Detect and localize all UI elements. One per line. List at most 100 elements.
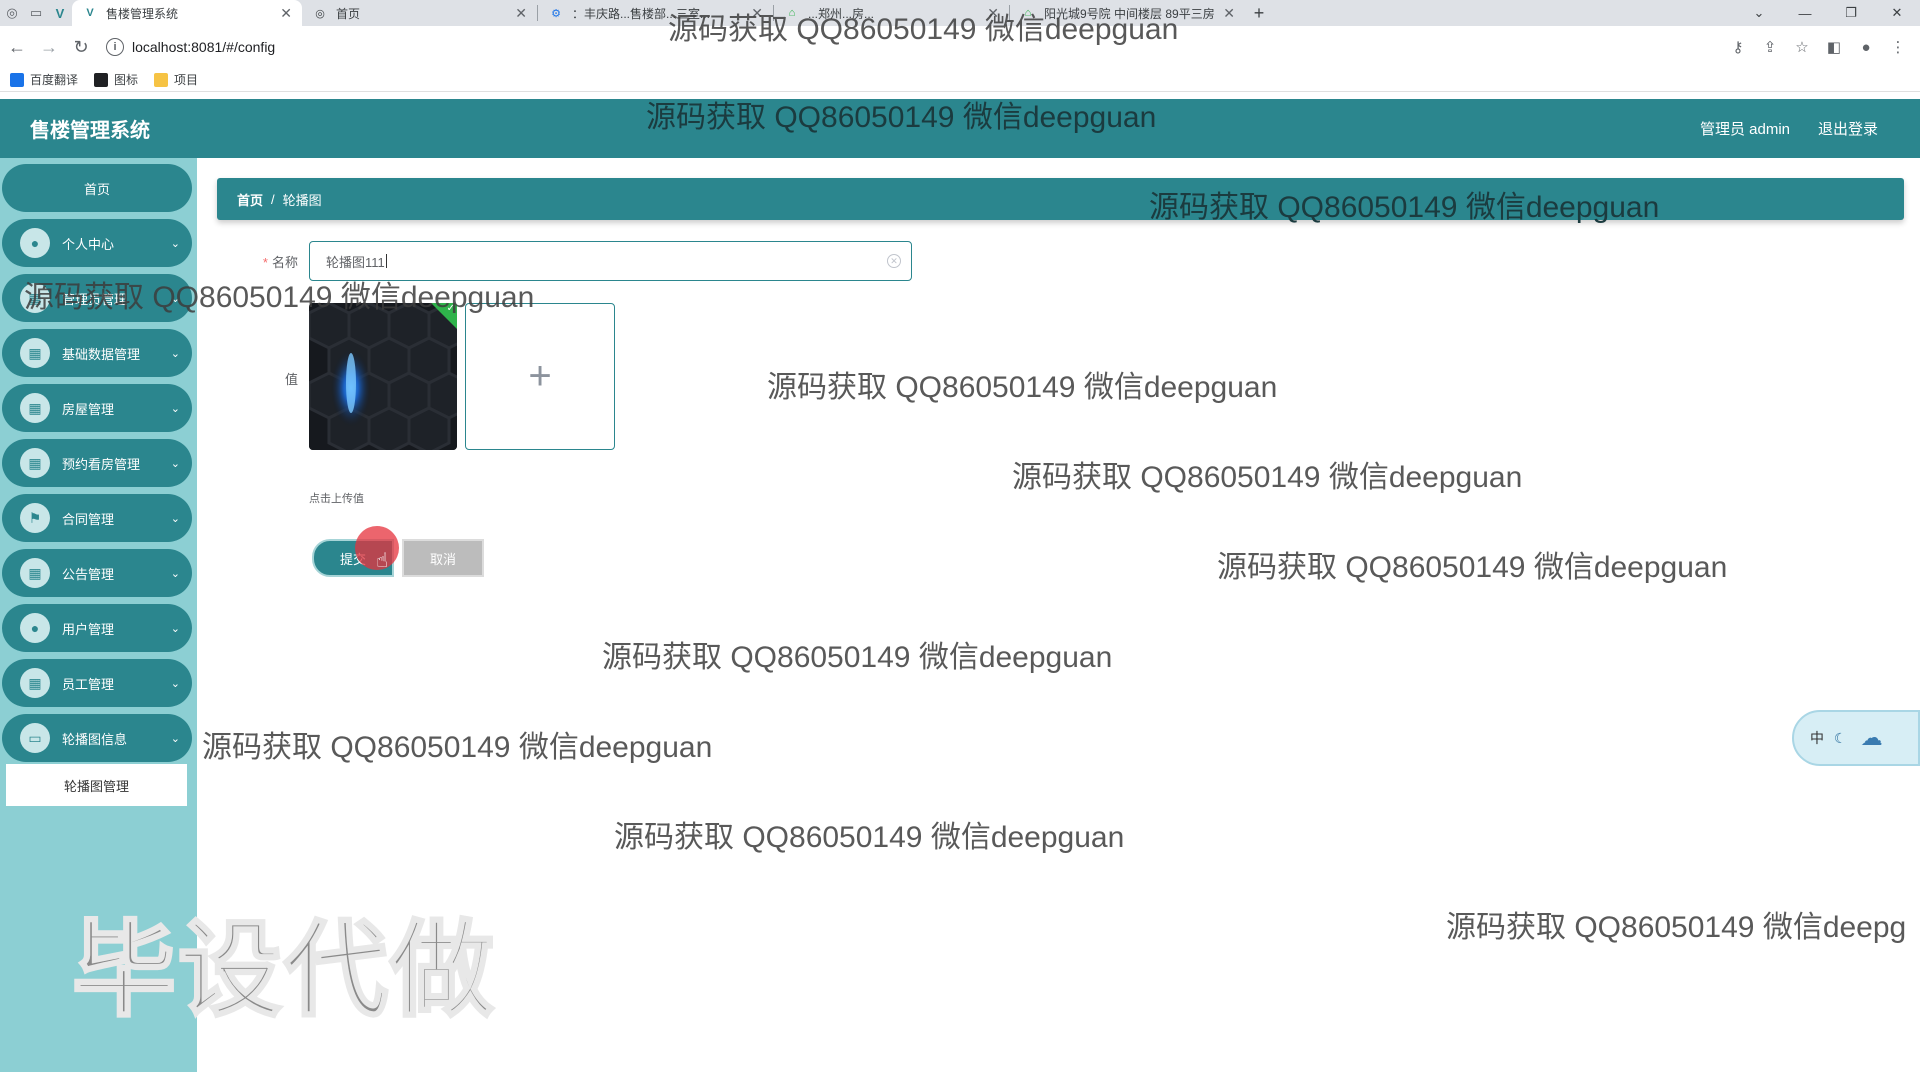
sidebar-item-notices[interactable]: ▦ 公告管理 ⌄ xyxy=(2,549,192,597)
tab-search-icon[interactable]: ⌄ xyxy=(1736,0,1782,26)
tab-title: 售楼管理系统 xyxy=(106,6,179,21)
menu-icon[interactable]: ⋮ xyxy=(1886,32,1910,62)
chevron-down-icon: ⌄ xyxy=(170,512,180,525)
required-asterisk: * xyxy=(262,255,268,270)
close-tab-icon[interactable]: ✕ xyxy=(280,5,292,22)
upload-button[interactable]: + xyxy=(465,303,615,450)
watermark: 源码获取 QQ86050149 微信deepguan xyxy=(602,641,1113,674)
reload-button[interactable]: ↻ xyxy=(66,32,96,62)
minimize-icon[interactable]: — xyxy=(1782,0,1828,26)
bookmark-project[interactable]: 项目 xyxy=(154,71,198,88)
settings-icon: ⚙ xyxy=(551,7,561,20)
vue-icon: V xyxy=(55,5,65,21)
image-icon xyxy=(94,72,109,87)
breadcrumb-current: 轮播图 xyxy=(282,192,322,208)
close-tab-icon[interactable]: ✕ xyxy=(515,5,527,22)
sidebar-item-contracts[interactable]: ⚑ 合同管理 ⌄ xyxy=(2,494,192,542)
chevron-down-icon: ⌄ xyxy=(170,347,180,360)
sidebar-item-label: 房屋管理 xyxy=(62,401,115,417)
tab-2[interactable]: ◎ 首页 ✕ xyxy=(302,0,537,26)
ime-label: 中 xyxy=(1810,730,1824,746)
watermark: 源码获取 QQ86050149 微信deepguan xyxy=(646,101,1157,134)
big-watermark: 毕设代做 xyxy=(70,912,497,1031)
tab-title: 首页 xyxy=(336,6,361,21)
sidebar-item-basedata[interactable]: ▦ 基础数据管理 ⌄ xyxy=(2,329,192,377)
sidebar-item-label: 用户管理 xyxy=(62,621,115,637)
bookmark-label: 百度翻译 xyxy=(30,73,79,87)
watermark: 源码获取 QQ86050149 微信deepguan xyxy=(767,371,1278,404)
url-text: localhost:8081/#/config xyxy=(132,39,276,55)
chevron-down-icon: ⌄ xyxy=(170,677,180,690)
flag-icon: ⚑ xyxy=(20,503,50,533)
logout-link[interactable]: 退出登录 xyxy=(1818,118,1878,139)
sidebar-item-label: 轮播图信息 xyxy=(62,731,128,747)
globe-icon: ◎ xyxy=(315,7,325,20)
star-icon[interactable]: ☆ xyxy=(1790,32,1814,62)
chevron-down-icon: ⌄ xyxy=(170,567,180,580)
submenu-carousel-manage[interactable]: 轮播图管理 xyxy=(6,764,187,806)
watermark: 源码获取 QQ86050149 微信deepg xyxy=(1446,911,1907,944)
sidebar-item-staff[interactable]: ▦ 员工管理 ⌄ xyxy=(2,659,192,707)
globe-icon: ◎ xyxy=(6,5,18,20)
chevron-down-icon: ⌄ xyxy=(170,237,180,250)
upload-hint: 点击上传值 xyxy=(309,493,364,505)
bookmark-label: 项目 xyxy=(174,73,199,87)
restore-icon[interactable]: ❐ xyxy=(1828,0,1874,26)
toolbar-icons: ⚷ ⇪ ☆ ◧ ● ⋮ xyxy=(1726,32,1910,62)
window-controls: ⌄ — ❐ ✕ xyxy=(1736,0,1920,26)
text-caret xyxy=(385,254,387,268)
ime-widget[interactable]: 中 ☾ ☁ xyxy=(1792,710,1920,766)
chevron-down-icon: ⌄ xyxy=(170,402,180,415)
cloud-icon: ☁ xyxy=(1860,725,1883,750)
sidebar-item-home[interactable]: 首页 xyxy=(2,164,192,212)
monitor-icon: ▭ xyxy=(20,723,50,753)
watermark: 源码获取 QQ86050149 微信deepguan xyxy=(202,731,713,764)
sidebar-item-label: 首页 xyxy=(83,181,110,197)
new-tab-button[interactable]: + xyxy=(1245,0,1273,26)
bookmark-icons[interactable]: 图标 xyxy=(94,71,138,88)
profile-icon[interactable]: ● xyxy=(1854,32,1878,62)
close-window-icon[interactable]: ✕ xyxy=(1874,0,1920,26)
sidebar-item-carousel[interactable]: ▭ 轮播图信息 ⌄ xyxy=(2,714,192,762)
breadcrumb-separator: / xyxy=(271,191,275,207)
watermark: 源码获取 QQ86050149 微信deepguan xyxy=(1012,461,1523,494)
user-icon: ● xyxy=(20,613,50,643)
chevron-down-icon: ⌄ xyxy=(170,732,180,745)
app-title: 售楼管理系统 xyxy=(30,120,150,142)
sidebar-item-profile[interactable]: ● 个人中心 ⌄ xyxy=(2,219,192,267)
forward-button[interactable]: → xyxy=(34,32,64,62)
chevron-down-icon: ⌄ xyxy=(170,457,180,470)
folder-icon xyxy=(154,72,169,87)
tab-active[interactable]: V 售楼管理系统 ✕ xyxy=(72,0,302,26)
watermark: 源码获取 QQ86050149 微信deepguan xyxy=(614,821,1125,854)
bookmark-translate[interactable]: 百度翻译 xyxy=(10,71,78,88)
info-icon[interactable]: i xyxy=(106,38,124,56)
pinned-tab-3[interactable]: V xyxy=(48,0,72,26)
close-tab-icon[interactable]: ✕ xyxy=(1223,5,1235,22)
sidebar-item-label: 合同管理 xyxy=(62,511,115,527)
chevron-down-icon: ⌄ xyxy=(170,622,180,635)
share-icon[interactable]: ⇪ xyxy=(1758,32,1782,62)
vue-icon: V xyxy=(86,7,94,19)
sidebar-item-houses[interactable]: ▦ 房屋管理 ⌄ xyxy=(2,384,192,432)
sidebar-item-label: 基础数据管理 xyxy=(62,346,141,362)
grid-icon: ▦ xyxy=(20,448,50,478)
translate-icon xyxy=(10,72,24,87)
grid-icon: ▦ xyxy=(20,668,50,698)
breadcrumb-home[interactable]: 首页 xyxy=(237,190,263,209)
sidepanel-icon[interactable]: ◧ xyxy=(1822,32,1846,62)
current-user: 管理员 admin xyxy=(1699,121,1790,138)
grid-icon: ▦ xyxy=(20,338,50,368)
watermark: 源码获取 QQ86050149 微信deepguan xyxy=(1149,191,1660,224)
pinned-tab-1[interactable]: ◎ xyxy=(0,0,24,26)
watermark: 源码获取 QQ86050149 微信deepguan xyxy=(24,281,535,314)
sidebar-item-users[interactable]: ● 用户管理 ⌄ xyxy=(2,604,192,652)
key-icon[interactable]: ⚷ xyxy=(1726,32,1750,62)
user-icon: ● xyxy=(20,228,50,258)
pinned-tab-2[interactable]: ▭ xyxy=(24,0,48,26)
sidebar-item-viewings[interactable]: ▦ 预约看房管理 ⌄ xyxy=(2,439,192,487)
clear-icon[interactable]: ✕ xyxy=(887,254,901,268)
back-button[interactable]: ← xyxy=(2,32,32,62)
uploaded-image-thumbnail[interactable]: ✓ xyxy=(309,303,457,450)
cancel-button[interactable]: 取消 xyxy=(402,539,484,577)
